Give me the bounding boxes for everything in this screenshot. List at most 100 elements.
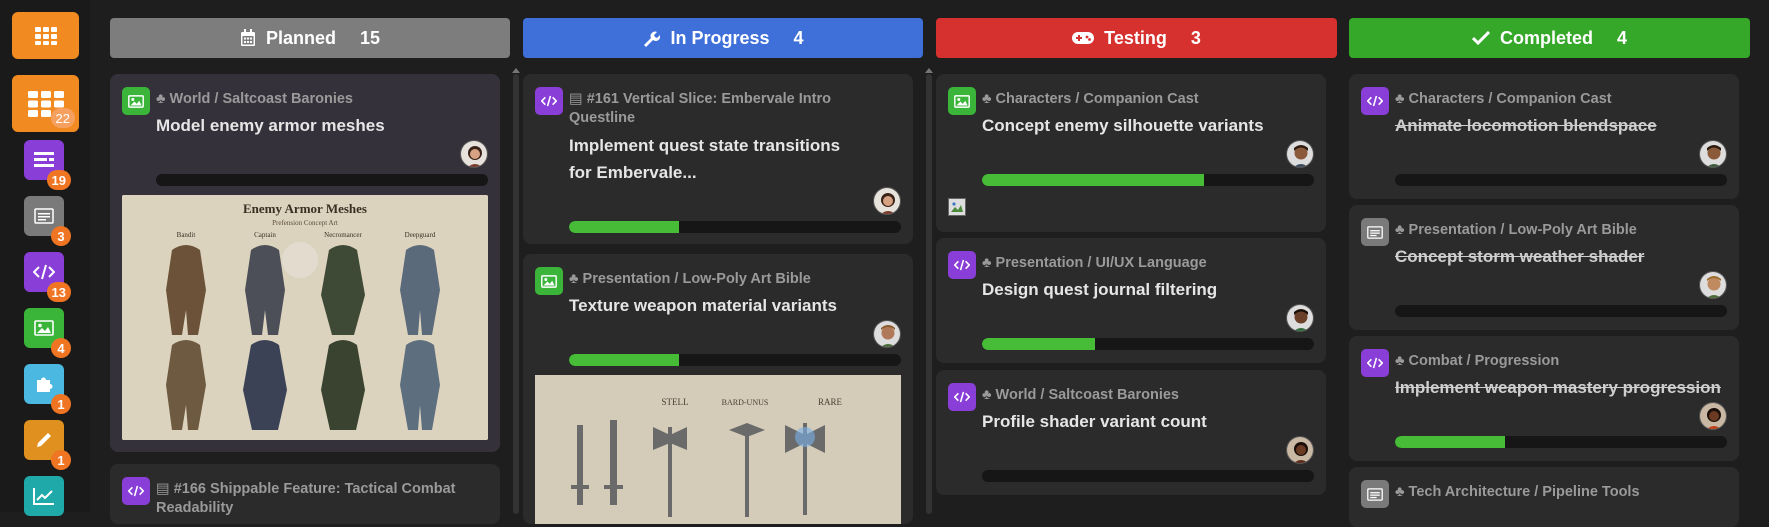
column-label: Completed [1499, 27, 1593, 48]
sidebar-item-reports[interactable] [24, 476, 64, 516]
column-count: 4 [1617, 27, 1628, 48]
card-title[interactable]: Animate locomotion blendspace [1395, 112, 1679, 139]
image-icon [34, 320, 54, 336]
card-title[interactable]: Concept storm weather shader [1395, 243, 1679, 270]
code-icon [1361, 87, 1389, 115]
sidebar-badge: 22 [50, 108, 75, 128]
sidebar-item-epics[interactable]: 19 [24, 140, 71, 190]
hierarchy-icon: ♣ [982, 91, 996, 107]
scrollbar[interactable] [926, 74, 932, 514]
card-title[interactable]: Profile shader variant count [982, 408, 1266, 435]
task-card[interactable]: ▤ #166 Shippable Feature: Tactical Comba… [110, 464, 500, 524]
app-menu-button[interactable] [12, 12, 79, 59]
sidebar: 22 19 3 13 4 1 1 [0, 0, 90, 516]
avatar[interactable] [873, 187, 901, 215]
task-card[interactable]: ♣ World / Saltcoast Baronies Profile sha… [936, 370, 1326, 495]
hierarchy-icon: ♣ [156, 91, 170, 107]
avatar[interactable] [1286, 436, 1314, 464]
code-icon [1361, 349, 1389, 377]
avatar[interactable] [1699, 271, 1727, 299]
column-label: In Progress [670, 27, 770, 48]
hierarchy-icon: ♣ [1395, 91, 1409, 107]
progress-bar [156, 174, 488, 186]
card-breadcrumb: ♣ Presentation / Low-Poly Art Bible [1395, 222, 1637, 238]
card-breadcrumb: ♣ Characters / Companion Cast [982, 91, 1199, 107]
column-header-testing[interactable]: Testing 3 [936, 18, 1337, 58]
task-card[interactable]: ♣ Tech Architecture / Pipeline Tools [1349, 467, 1739, 527]
scroll-up-icon[interactable] [925, 68, 933, 73]
card-title[interactable]: Implement quest state transitions for Em… [569, 132, 853, 186]
task-card[interactable]: ♣ Combat / Progression Implement weapon … [1349, 336, 1739, 461]
code-icon [948, 251, 976, 279]
avatar[interactable] [873, 320, 901, 348]
gamepad-icon [1072, 32, 1095, 44]
art-label: Deepguard [405, 231, 436, 239]
task-card[interactable]: ♣ World / Saltcoast Baronies Model enemy… [110, 74, 500, 452]
card-title[interactable]: Model enemy armor meshes [156, 112, 440, 139]
check-icon [1471, 31, 1490, 45]
sidebar-badge: 1 [51, 394, 71, 414]
sidebar-item-documents[interactable]: 3 [24, 196, 71, 246]
puzzle-icon [37, 377, 53, 392]
image-icon [535, 267, 563, 295]
card-title[interactable]: Design quest journal filtering [982, 276, 1266, 303]
art-label: Bandit [177, 231, 196, 239]
column-header-completed[interactable]: Completed 4 [1349, 18, 1750, 58]
card-breadcrumb: ▤ #161 Vertical Slice: Embervale Intro Q… [569, 91, 831, 126]
avatar[interactable] [1699, 140, 1727, 168]
art-subtitle: Prefension Concept Art [272, 219, 338, 227]
sidebar-item-board[interactable]: 22 [12, 75, 79, 132]
progress-bar [1395, 305, 1727, 317]
sidebar-item-code[interactable]: 13 [24, 252, 71, 302]
broken-image-icon [948, 198, 966, 216]
avatar[interactable] [1286, 140, 1314, 168]
hierarchy-icon: ♣ [1395, 222, 1409, 238]
task-card[interactable]: ♣ Characters / Companion Cast Animate lo… [1349, 74, 1739, 199]
scroll-up-icon[interactable] [512, 68, 520, 73]
sidebar-item-sketches[interactable]: 1 [24, 420, 71, 470]
avatar[interactable] [460, 140, 488, 168]
document-icon: ▤ [569, 91, 587, 107]
progress-bar [569, 221, 901, 233]
avatar[interactable] [1286, 304, 1314, 332]
sidebar-item-images[interactable]: 4 [24, 308, 71, 358]
column-header-in-progress[interactable]: In Progress 4 [523, 18, 923, 58]
card-image[interactable]: Enemy Armor Meshes Prefension Concept Ar… [122, 195, 488, 440]
column-count: 15 [359, 27, 381, 48]
scrollbar[interactable] [513, 74, 519, 514]
column-count: 4 [793, 27, 804, 48]
task-card[interactable]: ♣ Presentation / UI/UX Language Design q… [936, 238, 1326, 363]
card-breadcrumb: ♣ World / Saltcoast Baronies [982, 387, 1179, 403]
document-icon: ▤ [156, 481, 174, 497]
task-card[interactable]: ▤ #161 Vertical Slice: Embervale Intro Q… [523, 74, 913, 244]
code-icon [33, 264, 55, 280]
avatar[interactable] [1699, 402, 1727, 430]
art-label: Necromancer [324, 231, 362, 239]
hierarchy-icon: ♣ [1395, 353, 1409, 369]
card-title[interactable]: Texture weapon material variants [569, 292, 853, 319]
art-title: Enemy Armor Meshes [243, 201, 367, 216]
art-label: RARE [818, 397, 843, 407]
wrench-icon [644, 31, 661, 47]
task-card[interactable]: ♣ Presentation / Low-Poly Art Bible Conc… [1349, 205, 1739, 330]
progress-bar [982, 174, 1314, 186]
sidebar-item-plugins[interactable]: 1 [24, 364, 71, 414]
code-icon [535, 87, 563, 115]
card-image[interactable]: STELL BARD-UNUS RARE [535, 375, 901, 524]
card-title[interactable]: Implement weapon mastery progression [1395, 374, 1727, 401]
hierarchy-icon: ♣ [569, 271, 583, 287]
progress-bar [1395, 174, 1727, 186]
card-title[interactable]: Concept enemy silhouette variants [982, 112, 1266, 139]
task-card[interactable]: ♣ Presentation / Low-Poly Art Bible Text… [523, 254, 913, 524]
sidebar-badge: 3 [51, 226, 71, 246]
card-breadcrumb: ♣ World / Saltcoast Baronies [156, 91, 353, 107]
task-card[interactable]: ♣ Characters / Companion Cast Concept en… [936, 74, 1326, 232]
column-header-planned[interactable]: Planned 15 [110, 18, 510, 58]
sidebar-badge: 19 [46, 170, 71, 190]
sidebar-badge: 4 [51, 338, 71, 358]
column-count: 3 [1190, 27, 1201, 48]
card-breadcrumb: ♣ Combat / Progression [1395, 353, 1560, 369]
document-icon [34, 208, 54, 224]
pencil-icon [37, 433, 51, 447]
art-label: Captain [254, 231, 276, 239]
